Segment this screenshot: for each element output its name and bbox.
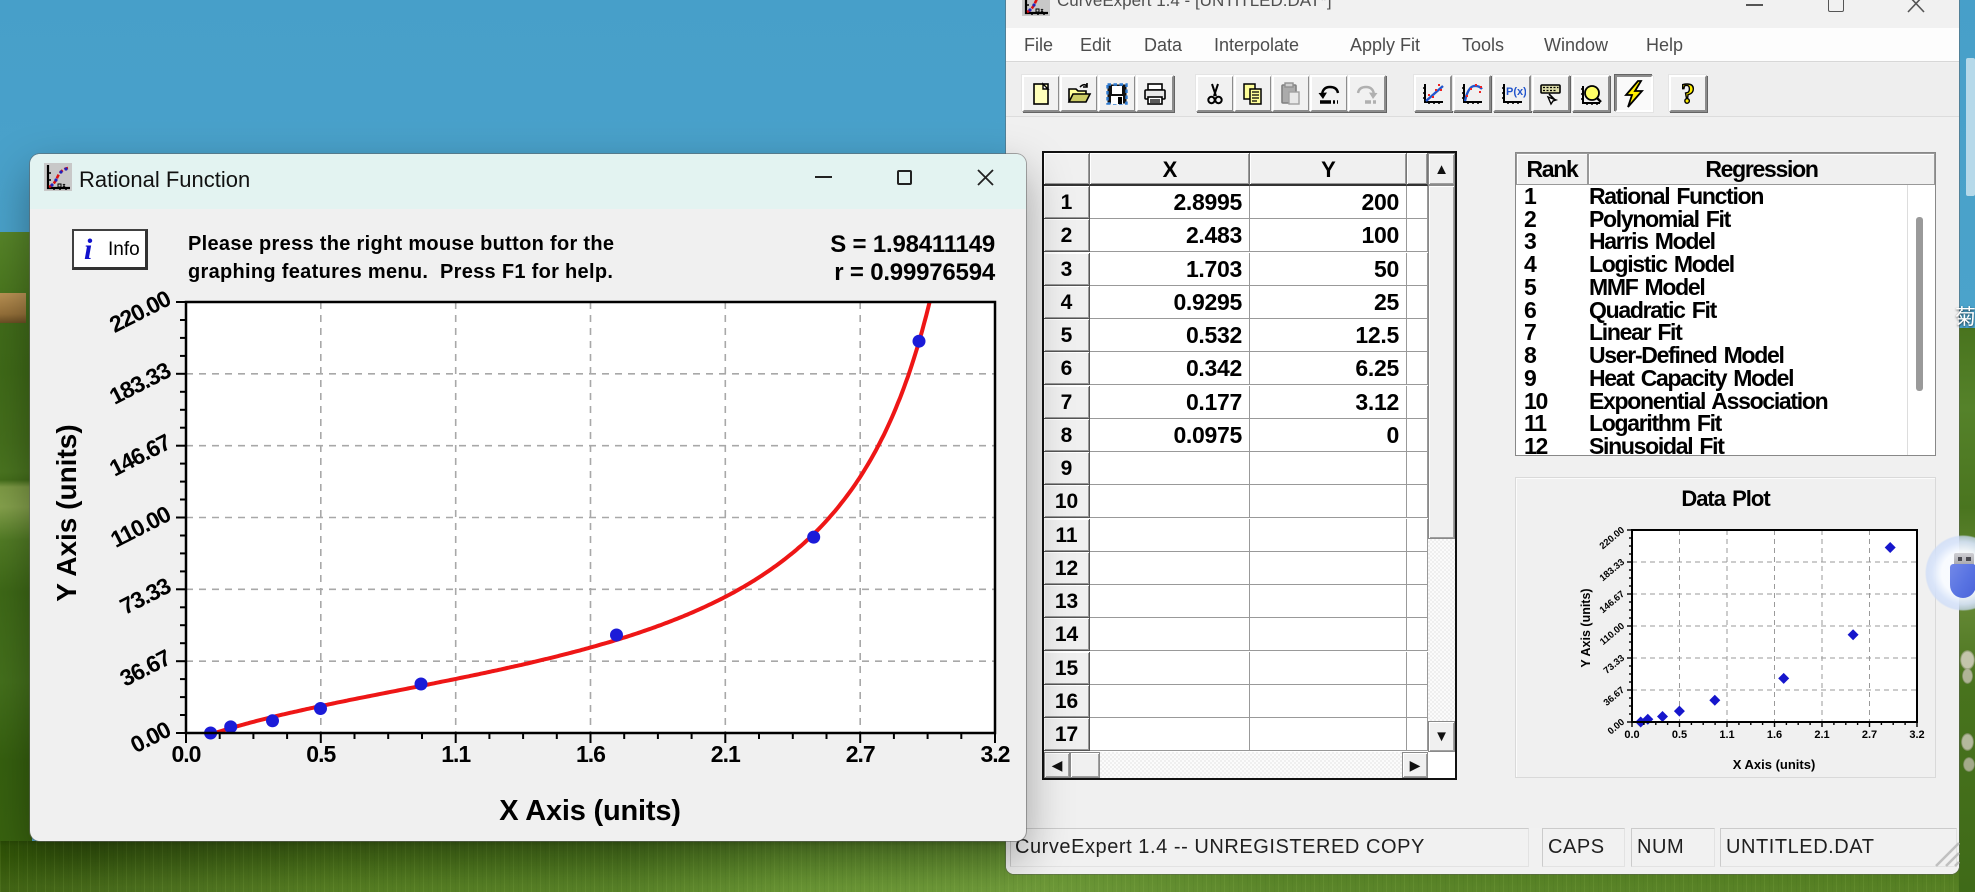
svg-text:220.00: 220.00 [105, 285, 174, 337]
svg-text:1.1: 1.1 [1719, 729, 1734, 741]
svg-text:P(x): P(x) [1506, 86, 1526, 98]
svg-text:2.7: 2.7 [1862, 729, 1877, 741]
svg-text:0.0: 0.0 [1624, 729, 1639, 741]
svg-text:1.6: 1.6 [576, 741, 605, 767]
svg-text:36.67: 36.67 [116, 644, 175, 691]
svg-text:2.7: 2.7 [846, 741, 875, 767]
svg-text:2.1: 2.1 [1814, 729, 1829, 741]
svg-text:110.00: 110.00 [1598, 621, 1627, 648]
svg-text:?: ? [1681, 80, 1695, 108]
svg-text:36.67: 36.67 [1602, 685, 1627, 709]
svg-text:0.0: 0.0 [172, 741, 201, 767]
svg-text:X Axis (units): X Axis (units) [499, 795, 680, 827]
svg-text:3.2: 3.2 [1909, 729, 1924, 741]
svg-text:Y Axis (units): Y Axis (units) [51, 424, 82, 601]
svg-text:183.33: 183.33 [105, 357, 174, 409]
svg-text:1.1: 1.1 [441, 741, 471, 767]
svg-text:73.33: 73.33 [116, 572, 175, 619]
svg-text:73.33: 73.33 [1602, 653, 1627, 677]
svg-text:0.5: 0.5 [306, 741, 336, 767]
svg-text:Y Axis (units): Y Axis (units) [1579, 588, 1593, 667]
svg-text:X Axis (units): X Axis (units) [1733, 757, 1816, 772]
svg-text:0.00: 0.00 [126, 716, 174, 758]
svg-text:110.00: 110.00 [106, 501, 174, 553]
svg-text:146.67: 146.67 [105, 429, 174, 481]
svg-text:146.67: 146.67 [1598, 589, 1627, 616]
svg-text:3.2: 3.2 [981, 741, 1010, 767]
svg-text:2.1: 2.1 [711, 741, 741, 767]
svg-text:183.33: 183.33 [1598, 557, 1627, 584]
svg-text:220.00: 220.00 [1598, 525, 1627, 552]
svg-text:1.6: 1.6 [1767, 729, 1782, 741]
svg-text:0.5: 0.5 [1672, 729, 1687, 741]
